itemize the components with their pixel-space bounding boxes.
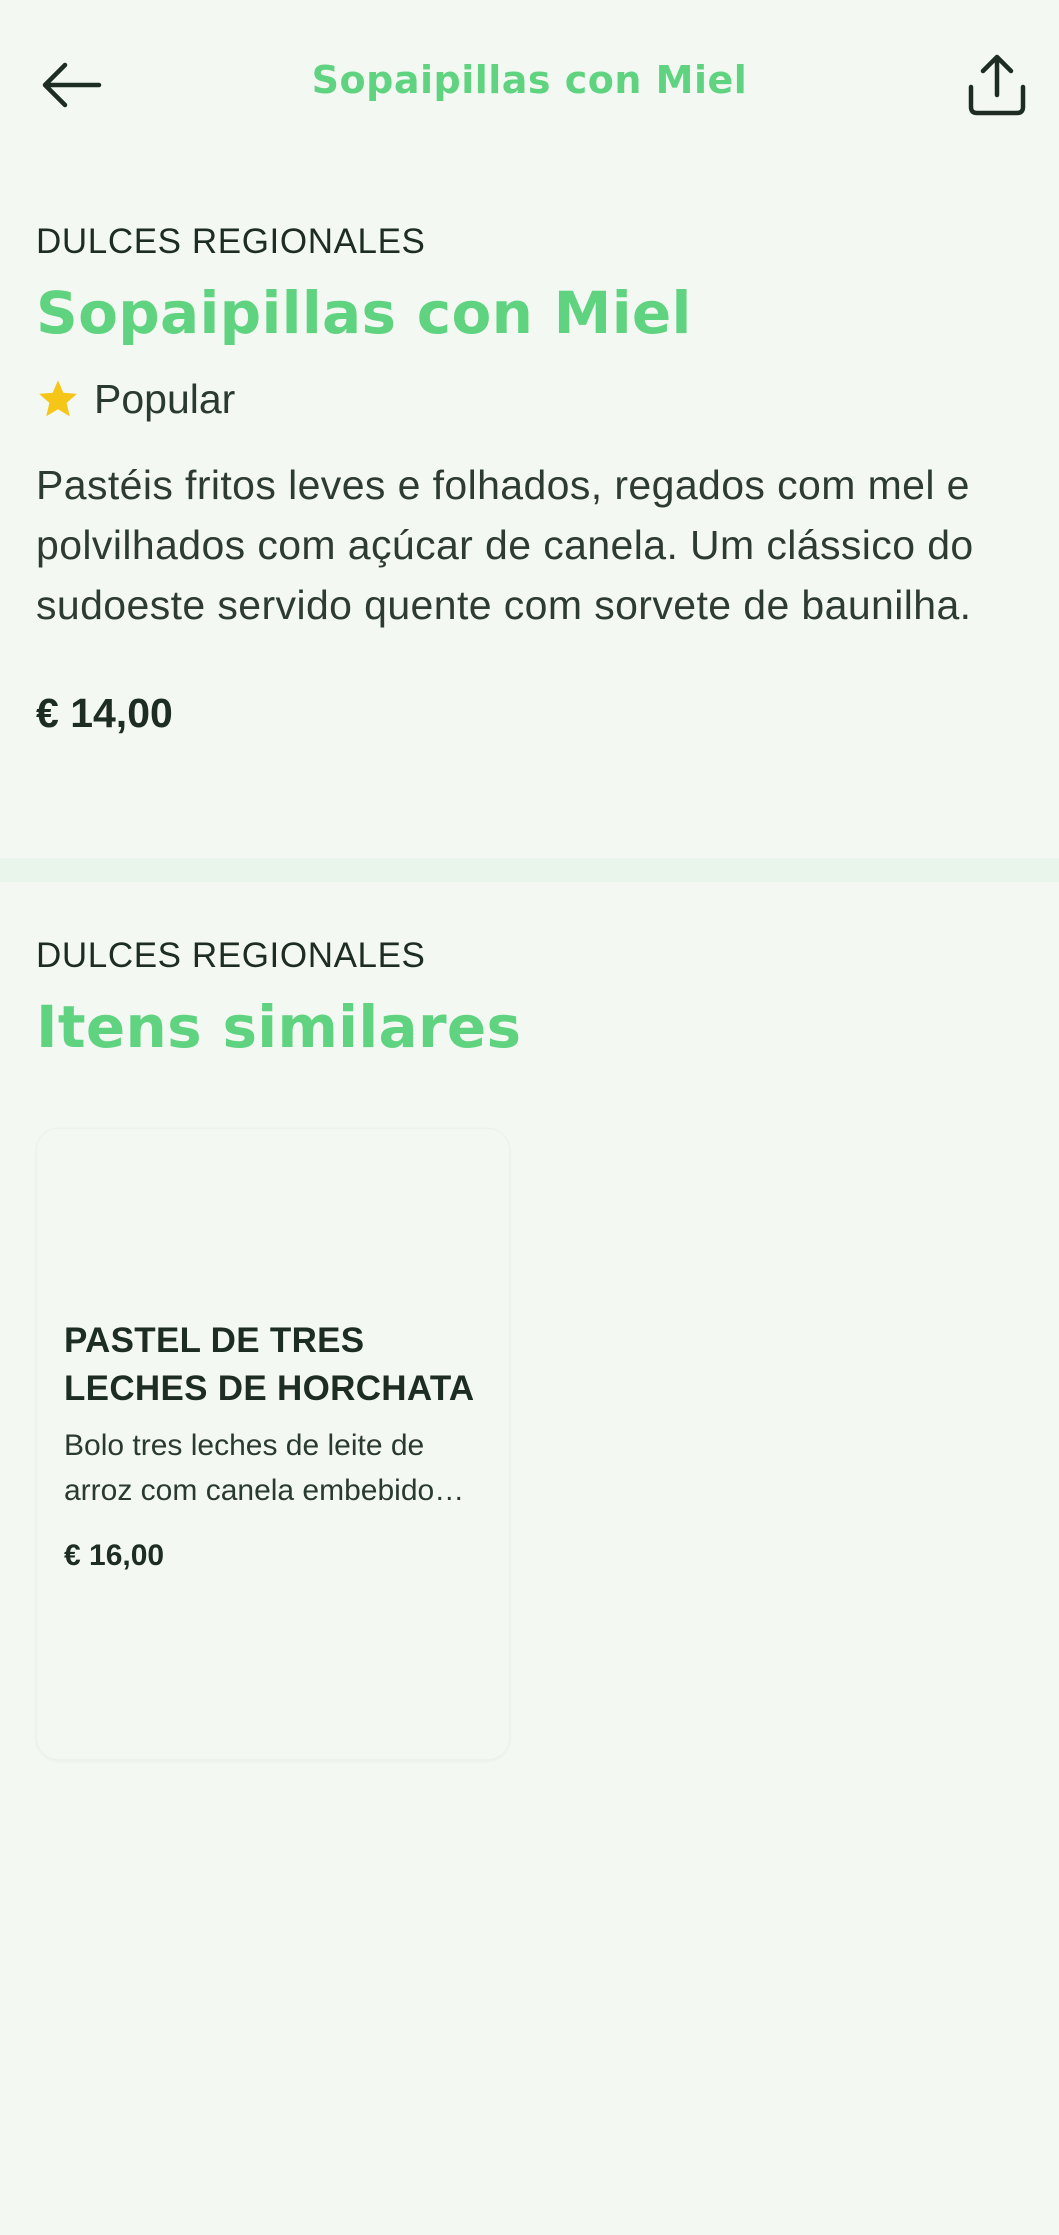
- product-name: Sopaipillas con Miel: [36, 279, 692, 347]
- back-button[interactable]: [27, 40, 117, 130]
- similar-item-body: PASTEL DE TRES LECHES DE HORCHATA Bolo t…: [64, 1317, 489, 1573]
- share-icon: [968, 54, 1026, 116]
- similar-category: DULCES REGIONALES: [36, 936, 426, 975]
- product-category: DULCES REGIONALES: [36, 222, 426, 261]
- top-bar: Sopaipillas con Miel: [0, 0, 1059, 170]
- page-title: Sopaipillas con Miel: [311, 58, 748, 102]
- similar-item-description: Bolo tres leches de leite de arroz com c…: [64, 1429, 465, 1507]
- similar-item-price: € 16,00: [64, 1539, 165, 1572]
- product-description: Pastéis fritos leves e folhados, regados…: [36, 461, 974, 628]
- similar-item-card[interactable]: PASTEL DE TRES LECHES DE HORCHATA Bolo t…: [36, 1128, 510, 1760]
- star-icon: [39, 380, 77, 417]
- share-button[interactable]: [952, 40, 1042, 130]
- section-divider: [0, 858, 1059, 882]
- similar-items-section: DULCES REGIONALES Itens similares: [36, 936, 1023, 1060]
- product-price: € 14,00: [36, 689, 173, 736]
- similar-item-title: PASTEL DE TRES LECHES DE HORCHATA: [64, 1321, 475, 1408]
- popular-badge: Popular: [36, 376, 1023, 423]
- arrow-left-icon: [42, 62, 102, 108]
- similar-items-title: Itens similares: [36, 993, 522, 1061]
- popular-label: Popular: [94, 375, 236, 422]
- product-details: DULCES REGIONALES Sopaipillas con Miel P…: [36, 222, 1023, 737]
